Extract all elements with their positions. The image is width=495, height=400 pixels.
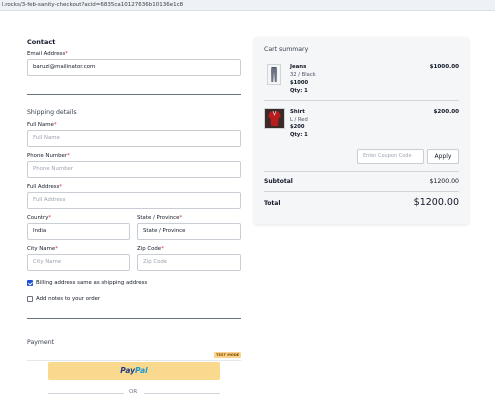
phone-field[interactable]: Phone Number	[27, 161, 241, 178]
email-field[interactable]: baruzi@mailinator.com	[27, 59, 241, 76]
cart-item-qty: Qty: 1	[290, 132, 308, 138]
contact-title: Contact	[27, 38, 56, 46]
subtotal-value: $1200.00	[429, 178, 459, 185]
subtotal-label: Subtotal	[264, 178, 293, 185]
billing-same-checkbox[interactable]	[27, 280, 33, 286]
or-separator: OR	[129, 389, 138, 395]
coupon-code-input[interactable]: Enter Coupon Code	[357, 149, 424, 164]
cart-item-total: $200.00	[433, 109, 459, 115]
cart-item-name: Jeans	[290, 64, 307, 70]
shirt-thumbnail	[264, 108, 285, 129]
paypal-logo-pay: Pay	[120, 366, 136, 375]
cart-summary-title: Cart summary	[264, 46, 309, 53]
country-label: Country*	[27, 215, 52, 221]
apply-coupon-button[interactable]: Apply	[427, 149, 459, 164]
divider	[27, 360, 241, 361]
order-notes-checkbox[interactable]	[27, 296, 33, 302]
divider	[264, 191, 459, 192]
cart-item-variant: L / Red	[290, 117, 308, 123]
payment-title: Payment	[27, 339, 55, 346]
divider	[27, 94, 241, 95]
url-text: l.rocks/3-feb-sanity-checkout?acid=6835c…	[2, 2, 184, 8]
country-select[interactable]: India	[27, 223, 130, 240]
zip-field[interactable]: Zip Code	[137, 254, 241, 271]
shipping-title: Shipping details	[27, 109, 77, 116]
cart-item-name: Shirt	[290, 109, 305, 115]
total-value: $1200.00	[413, 197, 459, 208]
paypal-button[interactable]: PayPal	[48, 362, 220, 380]
address-label: Full Address*	[27, 184, 63, 190]
state-field[interactable]: State / Province	[137, 223, 241, 240]
total-label: Total	[264, 200, 281, 207]
cart-item-total: $1000.00	[429, 64, 459, 70]
browser-url-bar[interactable]: l.rocks/3-feb-sanity-checkout?acid=6835c…	[0, 0, 495, 11]
cart-item-price: $1000	[290, 80, 309, 86]
cart-item-qty: Qty: 1	[290, 88, 308, 94]
divider	[264, 100, 459, 101]
city-label: City Name*	[27, 246, 58, 252]
cart-item-variant: 32 / Black	[290, 72, 316, 78]
cart-item-price: $200	[290, 124, 305, 130]
jeans-thumbnail	[267, 64, 281, 85]
city-field[interactable]: City Name	[27, 254, 130, 271]
divider	[48, 393, 124, 394]
order-notes-label[interactable]: Add notes to your order	[36, 296, 100, 302]
address-field[interactable]: Full Address	[27, 192, 241, 209]
state-label: State / Province*	[137, 215, 183, 221]
divider	[264, 171, 459, 172]
full-name-label: Full Name*	[27, 122, 57, 128]
test-mode-badge: TEST MODE	[214, 352, 242, 358]
billing-same-label[interactable]: Billing address same as shipping address	[36, 280, 147, 286]
jeans-icon	[268, 65, 280, 84]
paypal-logo-pal: Pal	[135, 366, 148, 375]
divider	[27, 318, 241, 319]
full-name-field[interactable]: Full Name	[27, 130, 241, 147]
zip-label: Zip Code*	[137, 246, 164, 252]
phone-label: Phone Number*	[27, 153, 70, 159]
divider	[144, 393, 220, 394]
cart-summary-panel: Cart summary Jeans 32 / Black $1000 Qty:…	[254, 37, 469, 224]
email-label: Email Address*	[27, 51, 68, 57]
shirt-icon	[265, 109, 284, 128]
